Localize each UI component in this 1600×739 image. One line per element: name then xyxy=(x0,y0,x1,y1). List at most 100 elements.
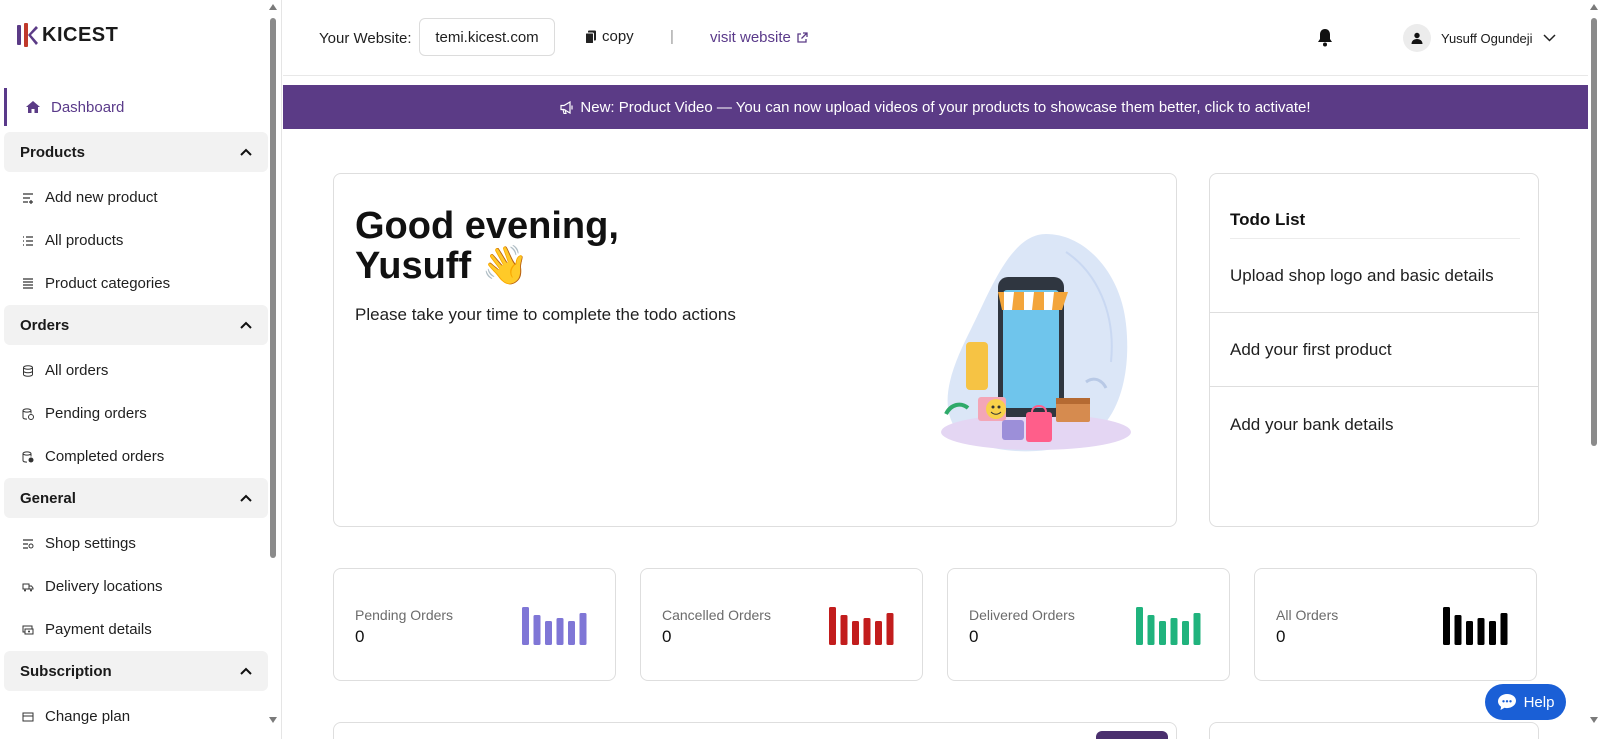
sidebar-group-orders[interactable]: Orders xyxy=(4,305,268,345)
bar-icon-segment xyxy=(840,615,848,645)
sidebar-item-label: Dashboard xyxy=(51,98,125,116)
plan-icon xyxy=(22,712,34,721)
logo-icon xyxy=(17,23,38,47)
add-list-icon xyxy=(23,192,33,204)
chevron-up-icon xyxy=(240,148,252,156)
scroll-up-arrow-icon[interactable] xyxy=(269,4,277,10)
megaphone-icon xyxy=(560,100,574,114)
sidebar-item-payment-details[interactable]: Payment details xyxy=(4,608,268,651)
logo[interactable]: KICEST xyxy=(16,22,118,48)
help-button[interactable]: Help xyxy=(1485,684,1566,720)
sidebar-group-general[interactable]: General xyxy=(4,478,268,518)
sidebar-scrollbar[interactable] xyxy=(268,0,278,739)
list-icon xyxy=(23,235,33,246)
sidebar-item-all-products[interactable]: All products xyxy=(4,219,268,262)
sidebar-item-pending-orders[interactable]: Pending orders xyxy=(4,392,268,435)
stat-card-all-orders[interactable]: All Orders 0 xyxy=(1254,568,1537,681)
recent-orders-card xyxy=(333,722,1177,739)
brand-name: KICEST xyxy=(42,23,119,46)
sidebar-item-dashboard[interactable]: Dashboard xyxy=(4,88,268,126)
sidebar-item-delivery-locations[interactable]: Delivery locations xyxy=(4,565,268,608)
notification-bell-icon[interactable] xyxy=(1316,28,1334,48)
sidebar-item-label: Add new product xyxy=(45,189,158,206)
sidebar-item-label: All orders xyxy=(45,362,109,379)
sidebar-item-add-new-product[interactable]: Add new product xyxy=(4,176,268,219)
main-scrollbar[interactable] xyxy=(1588,0,1600,739)
scroll-down-arrow-icon[interactable] xyxy=(269,717,277,723)
avatar xyxy=(1403,24,1431,52)
bar-icon-segment xyxy=(1170,618,1178,645)
website-url-text: temi.kicest.com xyxy=(435,28,539,46)
secondary-card xyxy=(1209,722,1539,739)
bar-icon-segment xyxy=(1136,607,1143,645)
user-menu[interactable]: Yusuff Ogundeji xyxy=(1403,24,1556,52)
sidebar-scroll-thumb[interactable] xyxy=(270,18,276,558)
sidebar-group-subscription[interactable]: Subscription xyxy=(4,651,268,691)
stat-card-cancelled-orders[interactable]: Cancelled Orders 0 xyxy=(640,568,923,681)
bar-chart-icon xyxy=(1136,607,1201,645)
chevron-up-icon xyxy=(240,494,252,502)
sidebar-item-completed-orders[interactable]: Completed orders xyxy=(4,435,268,478)
bar-icon-segment xyxy=(568,621,575,645)
bar-chart-icon xyxy=(522,607,587,645)
scroll-up-arrow-icon[interactable] xyxy=(1590,4,1598,10)
bar-icon-segment xyxy=(1182,621,1189,645)
sidebar-item-label: Completed orders xyxy=(45,448,165,465)
website-url-field[interactable]: temi.kicest.com xyxy=(419,18,555,56)
bar-icon-segment xyxy=(1454,615,1462,645)
stat-card-delivered-orders[interactable]: Delivered Orders 0 xyxy=(947,568,1230,681)
sidebar-group-products[interactable]: Products xyxy=(4,132,268,172)
greeting-line-2: Yusuff 👋 xyxy=(355,245,529,287)
greeting-line-1: Good evening, xyxy=(355,205,619,247)
bar-icon-segment xyxy=(863,618,871,645)
sidebar-item-label: Payment details xyxy=(45,621,152,638)
shop-phone-illustration xyxy=(941,234,1131,452)
copy-icon xyxy=(585,30,596,44)
todo-title: Todo List xyxy=(1230,210,1306,229)
banner-text: New: Product Video — You can now upload … xyxy=(580,98,1311,116)
bar-icon-segment xyxy=(579,613,587,645)
stat-label: Delivered Orders xyxy=(969,607,1075,623)
bar-chart-icon xyxy=(829,607,894,645)
sidebar-item-label: Change plan xyxy=(45,708,131,725)
help-label: Help xyxy=(1523,693,1555,711)
sidebar-item-shop-settings[interactable]: Shop settings xyxy=(4,522,268,565)
chevron-up-icon xyxy=(240,321,252,329)
stat-value: 0 xyxy=(969,627,979,646)
todo-item-label: Add your first product xyxy=(1230,340,1392,359)
sidebar-item-all-orders[interactable]: All orders xyxy=(4,349,268,392)
stat-card-pending-orders[interactable]: Pending Orders 0 xyxy=(333,568,616,681)
sidebar-item-label: All products xyxy=(45,232,124,249)
scroll-down-arrow-icon[interactable] xyxy=(1590,717,1598,723)
stat-value: 0 xyxy=(662,627,672,646)
bar-icon-segment xyxy=(886,613,894,645)
sidebar-item-change-plan[interactable]: Change plan xyxy=(4,695,268,738)
todo-item[interactable]: Add your bank details xyxy=(1210,388,1538,461)
topbar: Your Website: temi.kicest.com copy | vis… xyxy=(283,0,1588,76)
bar-icon-segment xyxy=(1477,618,1485,645)
todo-item[interactable]: Upload shop logo and basic details xyxy=(1210,240,1538,313)
categories-icon xyxy=(23,277,33,289)
sidebar-item-label: Product categories xyxy=(45,275,171,292)
database-icon xyxy=(23,364,33,377)
website-label: Your Website: xyxy=(319,30,412,47)
bar-icon-segment xyxy=(522,607,529,645)
stat-label: Pending Orders xyxy=(355,607,454,623)
bar-icon-segment xyxy=(829,607,836,645)
sidebar-item-label: Delivery locations xyxy=(45,578,163,595)
todo-divider xyxy=(1230,238,1520,239)
todo-item[interactable]: Add your first product xyxy=(1210,314,1538,387)
money-icon xyxy=(22,625,34,634)
todo-item-label: Upload shop logo and basic details xyxy=(1230,266,1494,285)
bar-icon-segment xyxy=(1489,621,1496,645)
bar-icon-segment xyxy=(1193,613,1201,645)
chevron-up-icon xyxy=(240,667,252,675)
stat-value: 0 xyxy=(355,627,365,646)
greeting-subtitle: Please take your time to complete the to… xyxy=(355,305,736,324)
sidebar-item-product-categories[interactable]: Product categories xyxy=(4,262,268,305)
main-scroll-thumb[interactable] xyxy=(1591,18,1597,446)
copy-button[interactable]: copy xyxy=(585,28,634,45)
visit-website-link[interactable]: visit website xyxy=(710,29,808,46)
announcement-banner[interactable]: New: Product Video — You can now upload … xyxy=(283,85,1588,129)
card-action-button[interactable] xyxy=(1096,731,1168,739)
